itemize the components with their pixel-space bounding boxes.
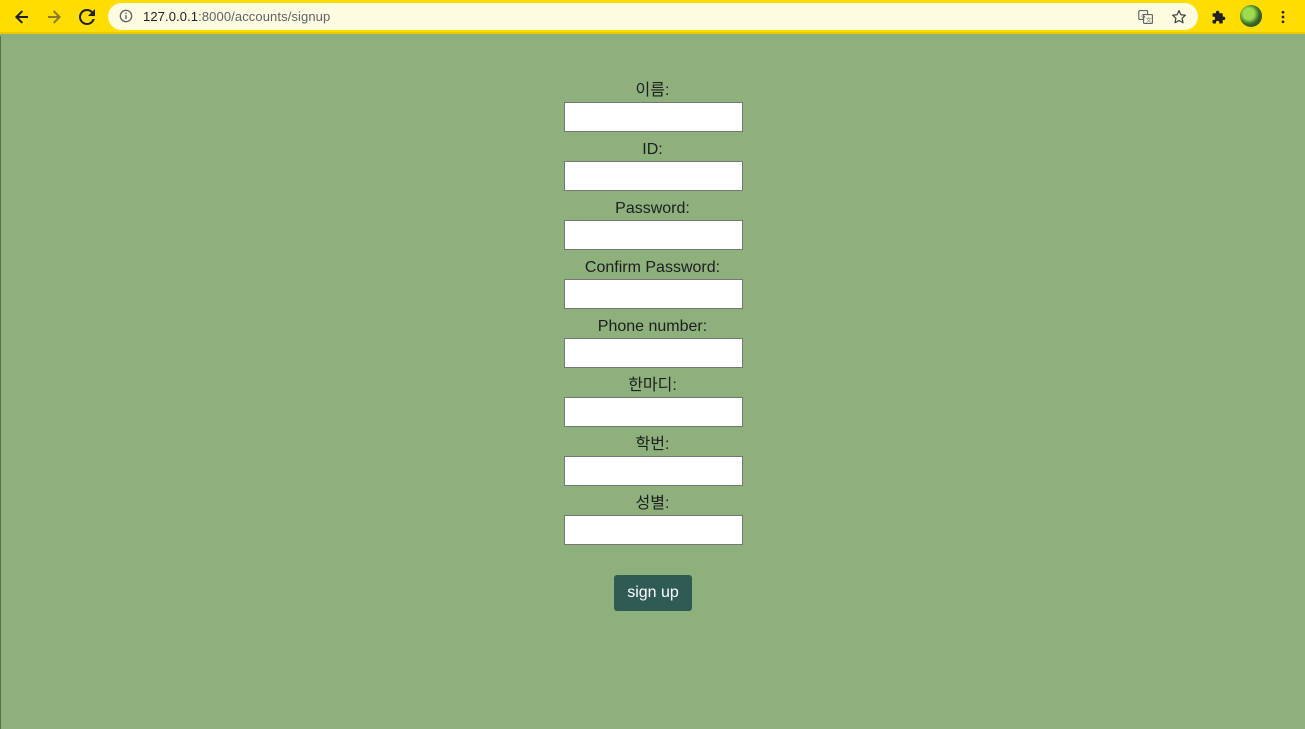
password-label: Password:: [615, 200, 690, 217]
student-id-input[interactable]: [564, 456, 743, 486]
extensions-icon: [1212, 10, 1225, 23]
reload-icon: [79, 9, 95, 25]
phone-input[interactable]: [564, 338, 743, 368]
reload-button[interactable]: [74, 4, 100, 30]
svg-text:G: G: [1141, 14, 1145, 20]
menu-icon: [1281, 10, 1285, 24]
name-label: 이름:: [635, 82, 670, 99]
extensions-button[interactable]: [1206, 5, 1230, 29]
comment-label: 한마디:: [628, 377, 677, 394]
forward-button[interactable]: [41, 4, 67, 30]
profile-avatar[interactable]: [1240, 5, 1262, 27]
gender-label: 성별:: [635, 495, 670, 512]
confirm-password-label: Confirm Password:: [584, 259, 721, 276]
translate-icon[interactable]: G 文: [1136, 7, 1156, 27]
confirm-password-input[interactable]: [564, 279, 743, 309]
id-label: ID:: [642, 141, 663, 158]
field-confirm-password: Confirm Password:: [0, 258, 1305, 317]
id-input[interactable]: [564, 161, 743, 191]
field-gender: 성별:: [0, 494, 1305, 553]
star-icon[interactable]: [1169, 7, 1189, 27]
student-id-label: 학번:: [635, 436, 670, 453]
field-id: ID:: [0, 140, 1305, 199]
gender-input[interactable]: [564, 515, 743, 545]
field-comment: 한마디:: [0, 376, 1305, 435]
comment-input[interactable]: [564, 397, 743, 427]
browser-toolbar: 127.0.0.1:8000/accounts/signup G 文: [0, 0, 1305, 34]
field-name: 이름:: [0, 81, 1305, 140]
back-button[interactable]: [9, 4, 35, 30]
forward-arrow-icon: [48, 10, 61, 24]
field-password: Password:: [0, 199, 1305, 258]
url-text: 127.0.0.1:8000/accounts/signup: [143, 9, 330, 24]
url-host: 127.0.0.1: [143, 9, 199, 24]
menu-button[interactable]: [1271, 5, 1295, 29]
info-icon[interactable]: [118, 8, 134, 24]
name-input[interactable]: [564, 102, 743, 132]
phone-label: Phone number:: [597, 318, 708, 335]
password-input[interactable]: [564, 220, 743, 250]
address-bar[interactable]: 127.0.0.1:8000/accounts/signup G 文: [108, 3, 1198, 30]
back-arrow-icon: [15, 10, 28, 24]
sign-up-button[interactable]: sign up: [614, 575, 692, 611]
field-student-id: 학번:: [0, 435, 1305, 494]
field-phone: Phone number:: [0, 317, 1305, 376]
url-path: :8000/accounts/signup: [198, 9, 331, 24]
